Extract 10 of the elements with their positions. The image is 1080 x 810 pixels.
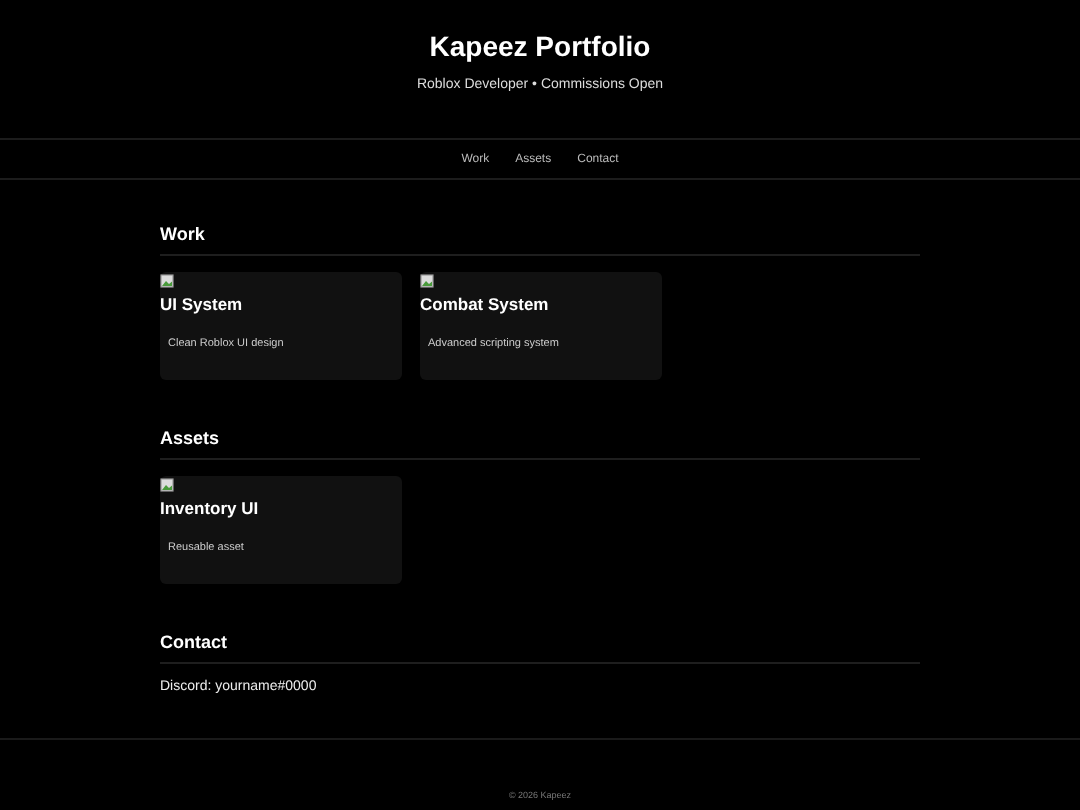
site-title: Kapeez Portfolio (427, 30, 653, 62)
broken-image-icon (160, 274, 174, 288)
card-title: Combat System (420, 294, 551, 314)
card-title: Inventory UI (160, 498, 261, 518)
section-heading: Contact (160, 632, 920, 664)
card-title: UI System (160, 294, 245, 314)
broken-image-icon (160, 478, 174, 492)
broken-image-icon (420, 274, 434, 288)
section-heading: Work (160, 224, 920, 256)
section-heading: Assets (160, 428, 920, 460)
